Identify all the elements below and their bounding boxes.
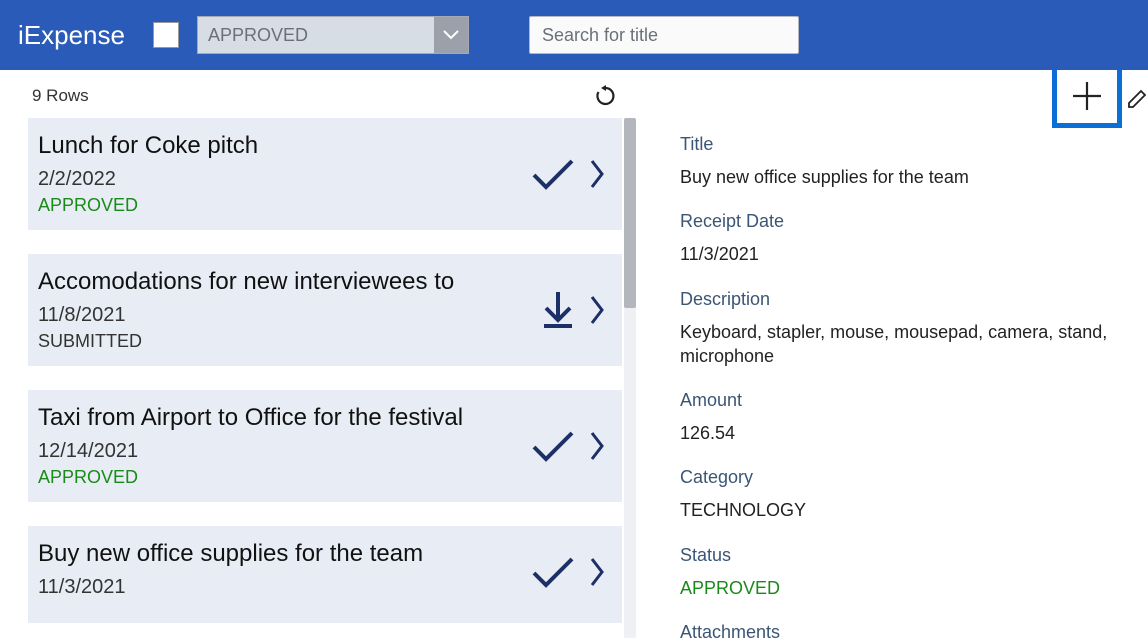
field-value: 126.54: [680, 421, 1118, 445]
scrollbar[interactable]: [624, 118, 636, 638]
field-label: Receipt Date: [680, 211, 1118, 232]
item-date: 12/14/2021: [38, 440, 530, 463]
detail-field-description: Description Keyboard, stapler, mouse, mo…: [680, 289, 1118, 369]
item-title: Taxi from Airport to Office for the fest…: [38, 404, 530, 432]
detail-field-receipt-date: Receipt Date 11/3/2021: [680, 211, 1118, 266]
item-status: APPROVED: [38, 195, 530, 216]
check-icon: [530, 157, 576, 191]
check-icon: [530, 429, 576, 463]
list-item[interactable]: Buy new office supplies for the team 11/…: [28, 526, 622, 623]
field-label: Title: [680, 134, 1118, 155]
expense-list: Lunch for Coke pitch 2/2/2022 APPROVED A…: [28, 118, 636, 623]
detail-field-attachments: Attachments: [680, 622, 1118, 642]
list-item[interactable]: Accomodations for new interviewees to 11…: [28, 254, 622, 366]
detail-field-title: Title Buy new office supplies for the te…: [680, 134, 1118, 189]
expense-list-pane: 9 Rows Lunch for Coke pitch 2/2/2022 APP…: [0, 70, 636, 642]
filter-dropdown[interactable]: APPROVED: [197, 16, 469, 54]
field-value: Keyboard, stapler, mouse, mousepad, came…: [680, 320, 1118, 369]
field-label: Amount: [680, 390, 1118, 411]
list-item[interactable]: Taxi from Airport to Office for the fest…: [28, 390, 622, 502]
detail-pane: Title Buy new office supplies for the te…: [636, 70, 1148, 642]
search-input[interactable]: [529, 16, 799, 54]
field-label: Description: [680, 289, 1118, 310]
field-label: Status: [680, 545, 1118, 566]
chevron-right-icon[interactable]: [590, 295, 604, 325]
item-title: Buy new office supplies for the team: [38, 540, 530, 568]
detail-field-category: Category TECHNOLOGY: [680, 467, 1118, 522]
item-title: Accomodations for new interviewees to: [38, 268, 540, 296]
item-status: APPROVED: [38, 467, 530, 488]
field-label: Attachments: [680, 622, 1118, 642]
field-value: Buy new office supplies for the team: [680, 165, 1118, 189]
rows-count-label: 9 Rows: [32, 86, 89, 106]
detail-field-status: Status APPROVED: [680, 545, 1118, 600]
item-date: 11/8/2021: [38, 304, 540, 327]
download-icon: [540, 290, 576, 330]
chevron-right-icon[interactable]: [590, 557, 604, 587]
field-value: TECHNOLOGY: [680, 498, 1118, 522]
scrollbar-thumb[interactable]: [624, 118, 636, 308]
app-title: iExpense: [18, 20, 125, 51]
item-date: 2/2/2022: [38, 168, 530, 191]
chevron-right-icon[interactable]: [590, 431, 604, 461]
chevron-down-icon: [434, 17, 468, 53]
chevron-right-icon[interactable]: [590, 159, 604, 189]
item-title: Lunch for Coke pitch: [38, 132, 530, 160]
filter-dropdown-value: APPROVED: [198, 25, 434, 46]
add-button[interactable]: [1052, 70, 1122, 128]
edit-icon[interactable]: [1126, 88, 1148, 110]
item-status: SUBMITTED: [38, 331, 540, 352]
list-item[interactable]: Lunch for Coke pitch 2/2/2022 APPROVED: [28, 118, 622, 230]
field-value: APPROVED: [680, 576, 1118, 600]
filter-checkbox[interactable]: [153, 22, 179, 48]
field-value: 11/3/2021: [680, 242, 1118, 266]
refresh-icon[interactable]: [594, 84, 618, 108]
check-icon: [530, 555, 576, 589]
detail-field-amount: Amount 126.54: [680, 390, 1118, 445]
field-label: Category: [680, 467, 1118, 488]
plus-icon: [1070, 79, 1104, 113]
app-header: iExpense APPROVED: [0, 0, 1148, 70]
item-date: 11/3/2021: [38, 576, 530, 599]
